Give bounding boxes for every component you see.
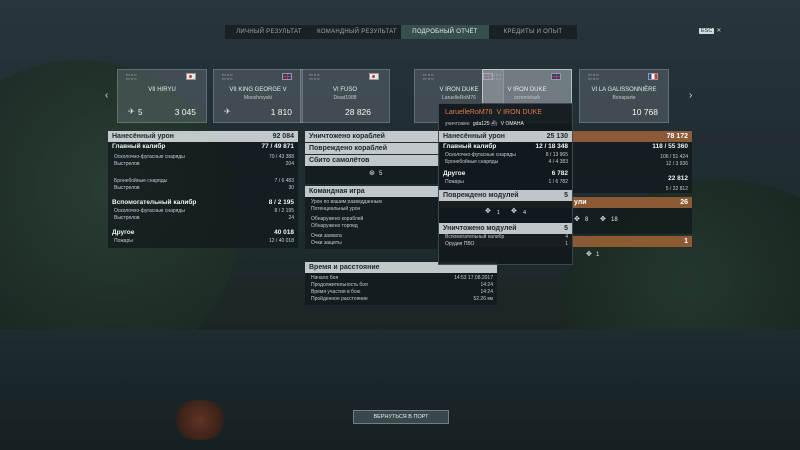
distance-row: Пройденное расстояние 52.26 км	[311, 296, 493, 302]
card-stats: ▪▪▪ ▪▪ ▪▪ ▪▪▪ ▪▪ ▪▪	[222, 73, 233, 81]
tooltip-modules-header: Повреждено модулей 5	[439, 190, 572, 201]
card-damage-value: 10 768	[632, 107, 658, 117]
tooltip-fires-row: Пожары 1 / 6 782	[445, 179, 568, 185]
card-ship-name: VII KING GEORGE V	[229, 87, 287, 93]
tooltip-damage-header: Нанесённый урон 25 130	[439, 131, 572, 142]
planes-count: 5	[379, 171, 383, 177]
tab-personal-result[interactable]: ЛИЧНЫЙ РЕЗУЛЬТАТ	[225, 25, 313, 39]
card-ship-name: VII HIRYU	[148, 87, 176, 93]
chevron-left-icon[interactable]: ‹	[105, 90, 108, 101]
shots-row: Выстрелов 24	[114, 215, 294, 221]
ship-card[interactable]: ▪▪▪ ▪▪ ▪▪ ▪▪▪ ▪▪ ▪▪ VII KING GEORGE V Moo…	[213, 69, 303, 123]
flag-icon	[186, 73, 196, 80]
card-damage-value: 3 045	[174, 107, 196, 117]
plane-icon: ✈	[224, 107, 231, 116]
battle-duration-row: Продолжительность боя 14:24	[311, 282, 493, 288]
battle-start-row: Начало боя 14:53 17.08.2017	[311, 275, 493, 281]
tooltip-killed-by: уничтожен gda125 ⛴ V OMAHA	[445, 121, 524, 127]
card-stats: ▪▪▪ ▪▪ ▪▪ ▪▪▪ ▪▪ ▪▪	[491, 73, 502, 81]
esc-key-badge: ESC	[699, 28, 715, 34]
tab-bar: ЛИЧНЫЙ РЕЗУЛЬТАТ КОМАНДНЫЙ РЕЗУЛЬТАТ ПОД…	[224, 24, 578, 40]
ship-card[interactable]: ▪▪▪ ▪▪ ▪▪ ▪▪▪ ▪▪ ▪▪ VII HIRYU ✈ 5 3 045	[117, 69, 207, 123]
chevron-right-icon[interactable]: ›	[689, 90, 692, 101]
damage-header: Нанесённый урон 92 084	[108, 131, 298, 142]
he-shells-row: Осколочно-фугасные снаряды 70 / 43 388	[114, 154, 294, 160]
torpedoes-spotted-row: Обнаружено торпед	[311, 223, 358, 229]
he-shells-row: Осколочно-фугасные снаряды 8 / 2 195	[114, 208, 294, 214]
ap-shells-row: Бронебойные снаряды 7 / 6 483	[114, 178, 294, 184]
other-damage-row: Другое 40 018	[112, 229, 294, 236]
card-ship-name: VI LA GALISSONNIÈRE	[591, 87, 657, 93]
team-play-header: Командная игра	[305, 186, 440, 197]
tab-detailed-report[interactable]: ПОДРОБНЫЙ ОТЧЁТ	[401, 25, 489, 39]
plane-icon: ✈	[128, 107, 135, 116]
module-icon: ✥	[574, 216, 580, 223]
ship-carousel: ▪▪▪ ▪▪ ▪▪ ▪▪▪ ▪▪ ▪▪ VII HIRYU ✈ 5 3 045 ▪…	[117, 69, 685, 123]
module-icon: ✥	[586, 251, 592, 258]
tooltip-destroyed-modules-header: Уничтожено модулей 5	[439, 223, 572, 234]
time-alive-row: Время участия в бою 14:24	[311, 289, 493, 295]
main-battery-row: Главный калибр 77 / 49 871	[112, 143, 294, 150]
card-ship-name: V IRON DUKE	[507, 87, 547, 93]
tooltip-ap-row: Бронебойные снаряды 4 / 4 383	[445, 159, 568, 165]
card-player-name: Bonaparte	[612, 95, 636, 101]
damage-breakdown-panel: Нанесённый урон 92 084 Главный калибр 77 /…	[108, 131, 298, 248]
plane-downed-icon: ⊛	[369, 170, 375, 177]
flag-icon	[369, 73, 379, 80]
flag-icon	[282, 73, 292, 80]
ships-spotted-row: Обнаружено кораблей	[311, 216, 364, 222]
tab-credits-exp[interactable]: КРЕДИТЫ И ОПЫТ	[489, 25, 577, 39]
secondary-battery-row: Вспомогательный калибр 8 / 2 195	[112, 199, 294, 206]
card-stats: ▪▪▪ ▪▪ ▪▪ ▪▪▪ ▪▪ ▪▪	[126, 73, 137, 81]
card-stats: ▪▪▪ ▪▪ ▪▪ ▪▪▪ ▪▪ ▪▪	[423, 73, 434, 81]
time-distance-panel: Время и расстояние Начало боя 14:53 17.08…	[305, 262, 497, 305]
ship-card[interactable]: ▪▪▪ ▪▪ ▪▪ ▪▪▪ ▪▪ ▪▪ VI LA GALISSONNIÈRE B…	[579, 69, 669, 123]
tooltip-main-row: Главный калибр 12 / 18 348	[443, 143, 568, 150]
potential-damage-row: Потенциальный урон	[311, 206, 361, 212]
tooltip-player: LaruelleRoM76 V IRON DUKE	[445, 109, 542, 116]
card-player-name: Mooshroyski	[243, 95, 273, 101]
card-damage-value: 28 826	[345, 107, 371, 117]
close-button[interactable]: ESC ✕	[699, 27, 721, 34]
capture-points-row: Очки захвата	[311, 233, 342, 239]
shots-row: Выстрелов 30	[114, 185, 294, 191]
module-icon: ✥	[485, 208, 491, 215]
module-icon: ✥	[600, 216, 606, 223]
card-ship-name: VI FUSO	[332, 87, 357, 93]
card-damage-value: 1 810	[270, 107, 292, 117]
flag-icon	[648, 73, 658, 80]
card-stats: ▪▪▪ ▪▪ ▪▪ ▪▪▪ ▪▪ ▪▪	[588, 73, 599, 81]
summary-panel: Уничтожено кораблей Повреждено кораблей …	[305, 131, 440, 249]
tooltip-he-row: Осколочно-фугасные снаряды 8 / 13 965	[445, 152, 568, 158]
card-stats: ▪▪▪ ▪▪ ▪▪ ▪▪▪ ▪▪ ▪▪	[309, 73, 320, 81]
module-icon: ✥	[511, 208, 517, 215]
defense-points-row: Очки защиты	[311, 240, 342, 246]
flag-icon	[551, 73, 561, 80]
tooltip-aa-row: Орудия ПВО 1	[445, 241, 568, 247]
spotting-damage-row: Урон по вашим разведданным	[311, 199, 382, 205]
tab-team-result[interactable]: КОМАНДНЫЙ РЕЗУЛЬТАТ	[313, 25, 401, 39]
fires-row: Пожары 12 / 40 018	[114, 238, 294, 244]
planes-downed-header: Сбито самолётов	[305, 155, 440, 166]
shots-row: Выстрелов 204	[114, 161, 294, 167]
player-tooltip: LaruelleRoM76 V IRON DUKE уничтожен gda12…	[438, 103, 573, 265]
card-player-name: Dead1988	[333, 95, 357, 101]
card-planes-downed: 5	[138, 108, 143, 117]
close-icon: ✕	[716, 28, 722, 34]
tooltip-secondary-row: Вспомогательный калибр 4	[445, 234, 568, 240]
tooltip-other-row: Другое 6 782	[443, 170, 568, 177]
ship-icon: ⛴	[490, 121, 498, 127]
ships-damaged-header: Повреждено кораблей	[305, 143, 440, 154]
return-to-port-button[interactable]: ВЕРНУТЬСЯ В ПОРТ	[353, 410, 449, 424]
card-player-name: ocremshark	[513, 95, 541, 101]
ship-card[interactable]: ▪▪▪ ▪▪ ▪▪ ▪▪▪ ▪▪ ▪▪ VI FUSO Dead1988 28 8…	[300, 69, 390, 123]
ships-destroyed-header: Уничтожено кораблей	[305, 131, 440, 142]
